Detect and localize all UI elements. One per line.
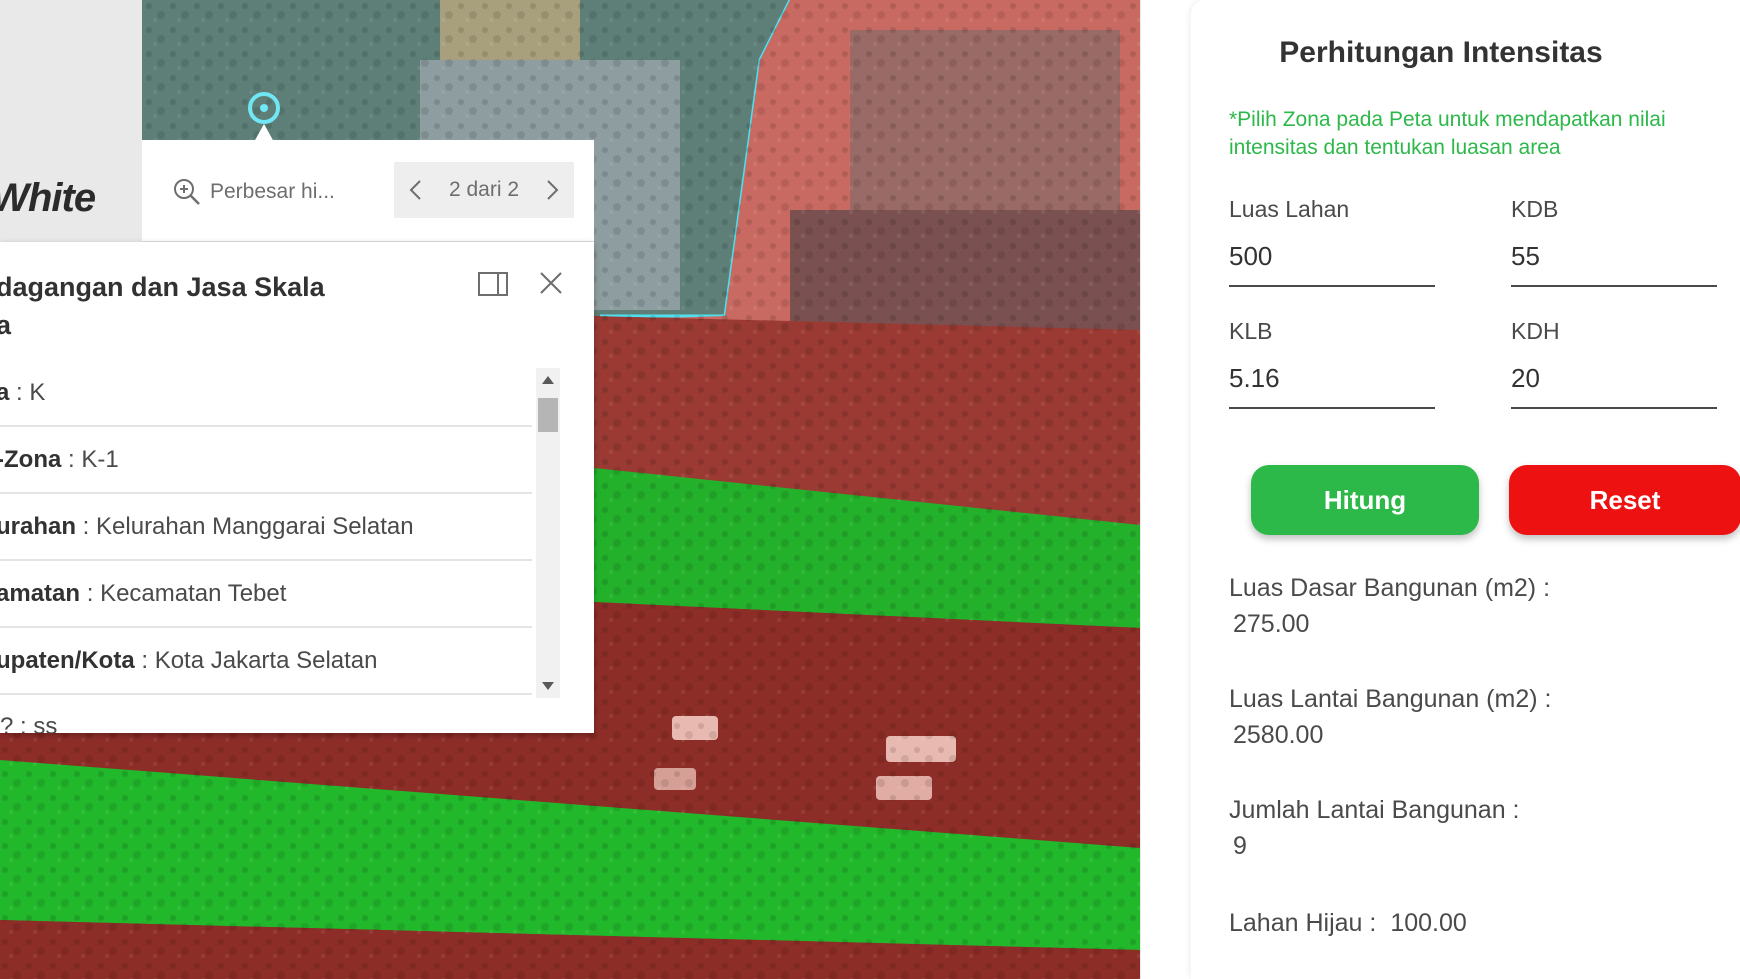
panel-title: Perhitungan Intensitas (1279, 36, 1603, 69)
result-value: 2580.00 (1233, 721, 1324, 749)
popup-title: dagangan dan Jasa Skala a (0, 268, 396, 344)
intensity-panel: Perhitungan Intensitas *Pilih Zona pada … (1140, 0, 1740, 979)
next-feature-button[interactable] (542, 170, 564, 210)
chevron-right-icon (547, 180, 559, 200)
result-value: 9 (1233, 832, 1247, 860)
attribute-row: a : K (0, 360, 532, 427)
attribute-value: Kota Jakarta Selatan (154, 646, 378, 674)
luas-lahan-label: Luas Lahan (1229, 196, 1350, 222)
close-icon[interactable] (536, 268, 566, 298)
kdb-field: KDB 55 (1511, 196, 1717, 287)
result-value: 275.00 (1233, 610, 1310, 638)
result-lahan-hijau: Lahan Hijau : 100.00 (1229, 905, 1729, 941)
attribute-row-partial: ? : ss (0, 713, 58, 733)
attribute-value: Kecamatan Tebet (100, 579, 287, 607)
attribute-key: amatan (0, 579, 81, 607)
pager-label: 2 dari 2 (448, 178, 520, 201)
caret-up-icon (542, 376, 554, 384)
chevron-left-icon (409, 180, 421, 200)
kdb-input[interactable]: 55 (1511, 241, 1717, 287)
klb-label: KLB (1229, 318, 1273, 344)
attribute-key: urahan (0, 512, 77, 540)
caret-down-icon (542, 682, 554, 690)
previous-feature-button[interactable] (404, 170, 426, 210)
luas-lahan-field: Luas Lahan 500 (1229, 196, 1435, 287)
location-pin-icon (248, 92, 280, 142)
logo-panel: yWhite (0, 0, 142, 242)
zoom-in-icon (174, 179, 200, 205)
popup-title-line: dagangan dan Jasa Skala (0, 272, 325, 302)
attribute-row: upaten/Kota : Kota Jakarta Selatan (0, 628, 532, 695)
kdh-label: KDH (1511, 318, 1560, 344)
zoom-to-button[interactable]: Perbesar hi... (172, 172, 335, 212)
scroll-down-button[interactable] (536, 674, 560, 698)
scroll-thumb[interactable] (538, 398, 558, 432)
result-luas-dasar-bangunan: Luas Dasar Bangunan (m2) : 275.00 (1229, 570, 1729, 642)
klb-input[interactable]: 5.16 (1229, 363, 1435, 409)
feature-popup: dagangan dan Jasa Skala a a : K -Zona : … (0, 242, 594, 733)
attribute-list: a : K -Zona : K-1 urahan : Kelurahan Man… (0, 360, 532, 733)
dock-icon[interactable] (478, 272, 508, 296)
scroll-up-button[interactable] (536, 368, 560, 392)
result-label: Luas Dasar Bangunan (m2) : (1229, 574, 1551, 602)
attribute-value: Kelurahan Manggarai Selatan (96, 512, 414, 540)
zoom-to-label: Perbesar hi... (210, 180, 335, 203)
attribute-row: -Zona : K-1 (0, 427, 532, 494)
result-luas-lantai-bangunan: Luas Lantai Bangunan (m2) : 2580.00 (1229, 681, 1729, 753)
attribute-value: K-1 (81, 445, 119, 473)
popup-toolbar: Perbesar hi... 2 dari 2 (142, 140, 594, 242)
result-label: Lahan Hijau : (1229, 909, 1377, 937)
luas-lahan-input[interactable]: 500 (1229, 241, 1435, 287)
attribute-key: -Zona (0, 445, 62, 473)
kdh-field: KDH 20 (1511, 318, 1717, 409)
kdh-input[interactable]: 20 (1511, 363, 1717, 409)
result-jumlah-lantai: Jumlah Lantai Bangunan : 9 (1229, 792, 1729, 864)
result-label: Luas Lantai Bangunan (m2) : (1229, 685, 1552, 713)
panel-note: *Pilih Zona pada Peta untuk mendapatkan … (1229, 108, 1666, 159)
kdb-label: KDB (1511, 196, 1559, 222)
result-label: Jumlah Lantai Bangunan : (1229, 796, 1520, 824)
map-view[interactable]: yWhite Perbesar hi... 2 dari 2 (0, 0, 1140, 979)
hitung-button[interactable]: Hitung (1251, 465, 1479, 535)
attribute-key: upaten/Kota (0, 646, 135, 674)
result-value: 100.00 (1390, 909, 1467, 937)
popup-scrollbar[interactable] (536, 368, 560, 698)
popup-title-line: a (0, 310, 12, 340)
attribute-value: K (29, 378, 46, 406)
attribute-row: amatan : Kecamatan Tebet (0, 561, 532, 628)
attribute-key: a (0, 378, 10, 406)
logo: yWhite (0, 176, 96, 220)
feature-pager: 2 dari 2 (394, 162, 574, 218)
reset-button[interactable]: Reset (1509, 465, 1740, 535)
attribute-row: urahan : Kelurahan Manggarai Selatan (0, 494, 532, 561)
klb-field: KLB 5.16 (1229, 318, 1435, 409)
